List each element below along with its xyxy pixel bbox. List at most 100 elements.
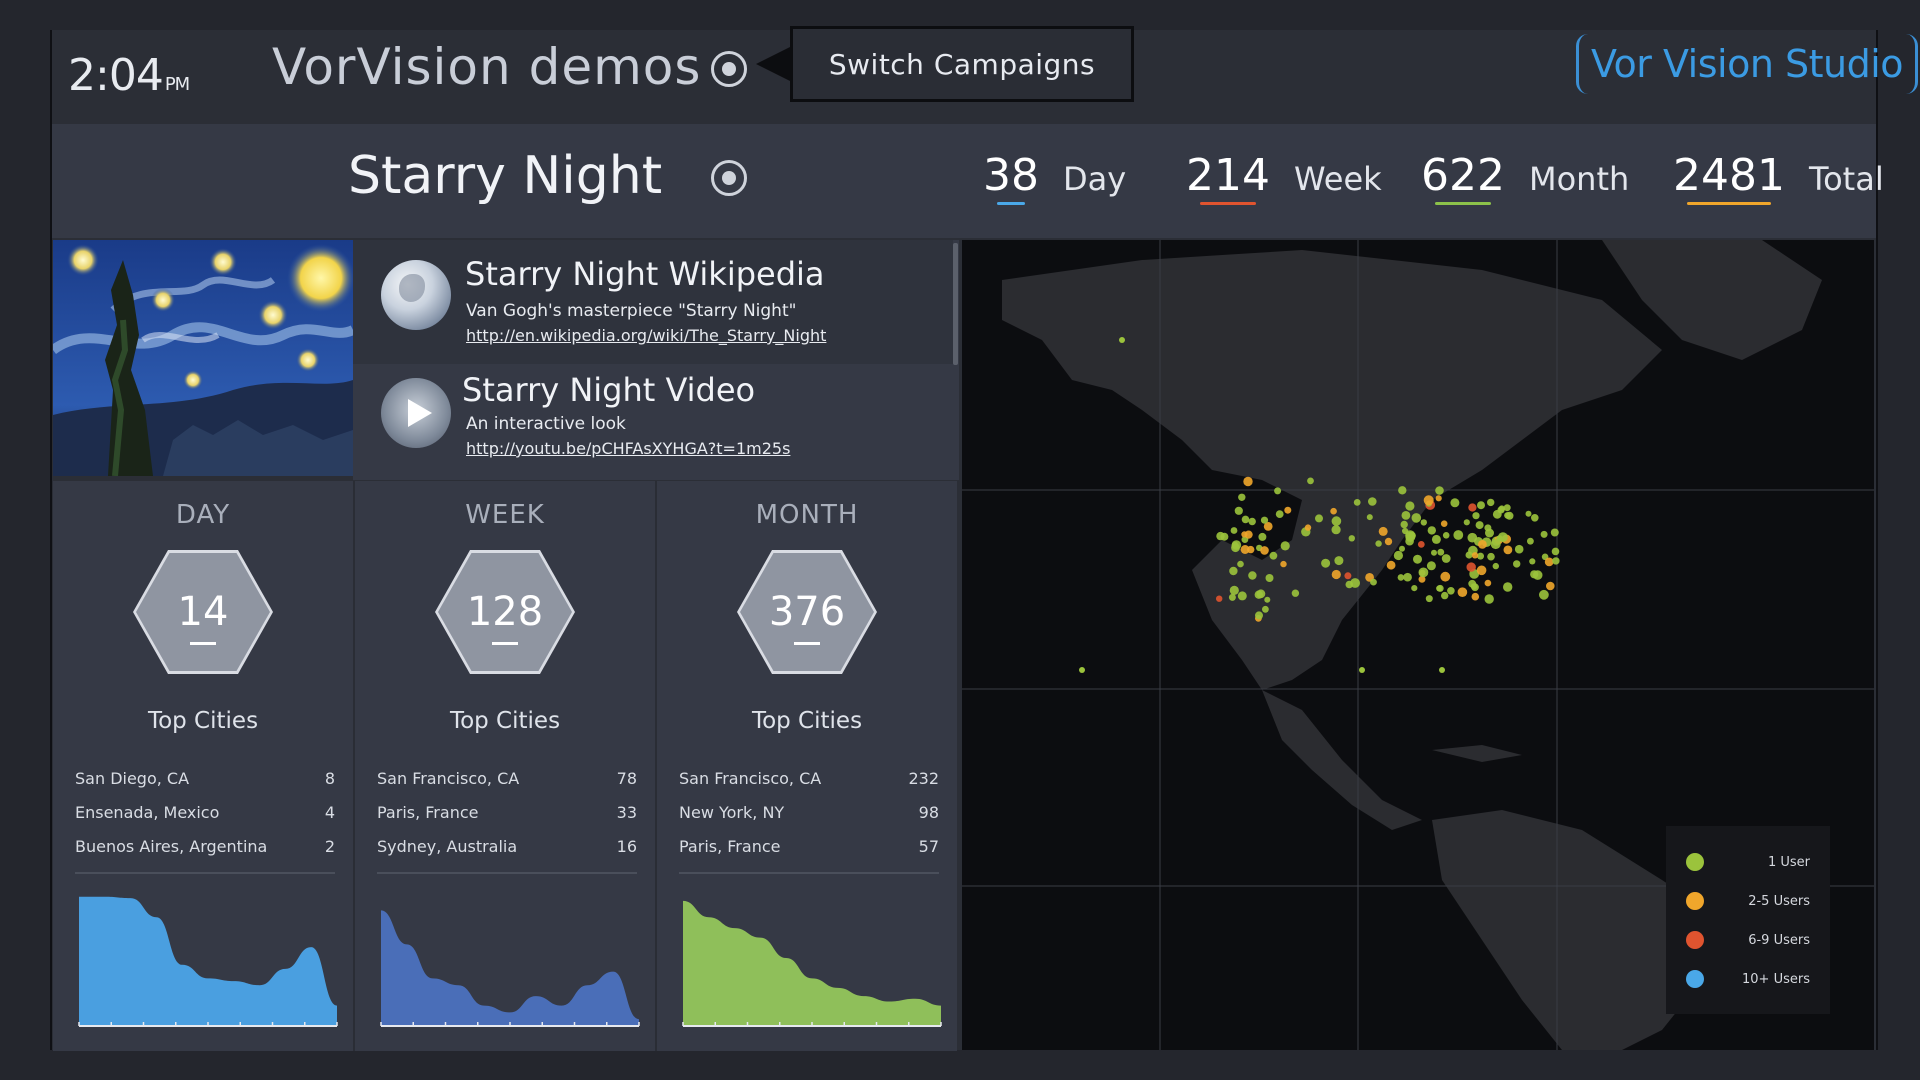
user-dot xyxy=(1487,552,1495,561)
user-dot xyxy=(1437,548,1445,556)
continent-north-america xyxy=(1002,250,1662,690)
user-dot xyxy=(1399,545,1405,552)
user-dot xyxy=(1514,544,1524,554)
play-icon[interactable] xyxy=(381,378,451,448)
user-dot xyxy=(1275,510,1284,518)
user-dot xyxy=(1393,550,1403,561)
user-dot xyxy=(1468,503,1477,512)
user-dot xyxy=(1544,557,1554,567)
period-count: 128 xyxy=(466,589,544,635)
user-dot xyxy=(1466,562,1476,572)
user-dot xyxy=(1248,517,1256,526)
switch-campaigns-button[interactable]: Switch Campaigns xyxy=(790,26,1134,102)
link-title[interactable]: Starry Night Wikipedia xyxy=(465,255,825,293)
user-dot xyxy=(1471,592,1480,601)
city-row[interactable]: San Francisco, CA 232 xyxy=(679,769,939,788)
top-cities-label: Top Cities xyxy=(147,708,259,734)
user-dot xyxy=(1331,516,1342,526)
user-dot xyxy=(1248,571,1257,580)
map-legend: 1 User 2-5 Users 6-9 Users 10+ Users xyxy=(1666,826,1830,1014)
city-count: 4 xyxy=(324,803,335,822)
link-url[interactable]: http://youtu.be/pCHFAsXYHGA?t=1m25s xyxy=(466,439,790,458)
stat-label: Month xyxy=(1528,160,1630,198)
user-dot xyxy=(1304,524,1312,531)
user-dot xyxy=(1348,535,1355,542)
user-dot xyxy=(1475,521,1484,530)
stat-day: 38 Day xyxy=(983,150,1126,205)
link-description: Van Gogh's masterpiece "Starry Night" xyxy=(466,301,797,321)
callout-arrow xyxy=(756,46,792,82)
user-dot xyxy=(1425,595,1433,603)
campaign-title: Starry Night xyxy=(348,146,663,206)
user-dot xyxy=(1439,667,1445,673)
user-dot xyxy=(1463,519,1470,526)
link-title[interactable]: Starry Night Video xyxy=(462,371,755,409)
city-count: 2 xyxy=(324,837,335,856)
city-name: Ensenada, Mexico xyxy=(75,803,220,822)
user-dot xyxy=(1243,476,1253,487)
city-row[interactable]: Buenos Aires, Argentina 2 xyxy=(75,837,335,856)
user-dot xyxy=(1400,520,1408,529)
city-name: Sydney, Australia xyxy=(377,837,518,856)
legend-dot xyxy=(1686,970,1704,988)
user-dot xyxy=(1397,574,1405,581)
legend-item: 10+ Users xyxy=(1686,969,1810,989)
legend-dot xyxy=(1686,892,1704,910)
user-dot xyxy=(1291,589,1300,597)
user-dot xyxy=(1431,549,1437,556)
user-dot xyxy=(1368,497,1377,506)
user-dot xyxy=(1284,506,1292,514)
legend-label: 10+ Users xyxy=(1742,971,1810,987)
column-divider xyxy=(655,481,657,1051)
user-dot xyxy=(1265,574,1274,582)
user-dot xyxy=(1427,526,1436,535)
user-dot xyxy=(1470,583,1478,590)
user-dot xyxy=(1260,546,1269,555)
stat-total: 2481 Total xyxy=(1673,150,1884,205)
user-dot xyxy=(1307,477,1314,485)
target-icon[interactable] xyxy=(711,51,747,87)
section-divider xyxy=(75,872,335,874)
user-dot xyxy=(1119,337,1125,343)
app-title: VorVision demos xyxy=(272,38,702,96)
city-row[interactable]: Paris, France 33 xyxy=(377,803,637,822)
city-row[interactable]: New York, NY 98 xyxy=(679,803,939,822)
user-dot xyxy=(1280,541,1290,551)
link-url[interactable]: http://en.wikipedia.org/wiki/The_Starry_… xyxy=(466,326,826,345)
user-dot xyxy=(1436,585,1443,592)
city-row[interactable]: Sydney, Australia 16 xyxy=(377,837,637,856)
legend-label: 1 User xyxy=(1767,854,1810,870)
target-icon[interactable] xyxy=(711,160,747,196)
user-dot xyxy=(1550,528,1559,537)
city-count: 8 xyxy=(324,769,335,788)
trend-area xyxy=(79,896,337,1026)
user-dot xyxy=(1079,667,1085,673)
city-name: San Francisco, CA xyxy=(679,769,822,788)
city-row[interactable]: Ensenada, Mexico 4 xyxy=(75,803,335,822)
stat-value: 214 xyxy=(1186,150,1270,205)
user-dot xyxy=(1552,557,1560,565)
scrollbar[interactable] xyxy=(953,243,958,365)
user-dot xyxy=(1476,565,1487,576)
user-dot xyxy=(1492,562,1499,570)
user-dot xyxy=(1478,540,1487,549)
user-dot xyxy=(1255,611,1263,620)
city-name: New York, NY xyxy=(679,803,785,822)
user-dot xyxy=(1529,558,1536,565)
user-dot xyxy=(1440,520,1448,527)
user-dot xyxy=(1426,561,1436,571)
city-row[interactable]: Paris, France 57 xyxy=(679,837,939,856)
period-label: WEEK xyxy=(465,500,545,530)
user-dot xyxy=(1467,532,1478,543)
legend-item: 1 User xyxy=(1686,852,1810,872)
user-dot xyxy=(1231,541,1239,549)
user-dot xyxy=(1230,527,1238,534)
user-dot xyxy=(1411,585,1418,592)
user-dot xyxy=(1330,507,1337,515)
stat-value: 622 xyxy=(1421,150,1505,205)
city-row[interactable]: San Diego, CA 8 xyxy=(75,769,335,788)
city-count: 57 xyxy=(918,837,939,856)
city-row[interactable]: San Francisco, CA 78 xyxy=(377,769,637,788)
user-dot xyxy=(1532,570,1543,580)
user-dot xyxy=(1344,572,1352,580)
